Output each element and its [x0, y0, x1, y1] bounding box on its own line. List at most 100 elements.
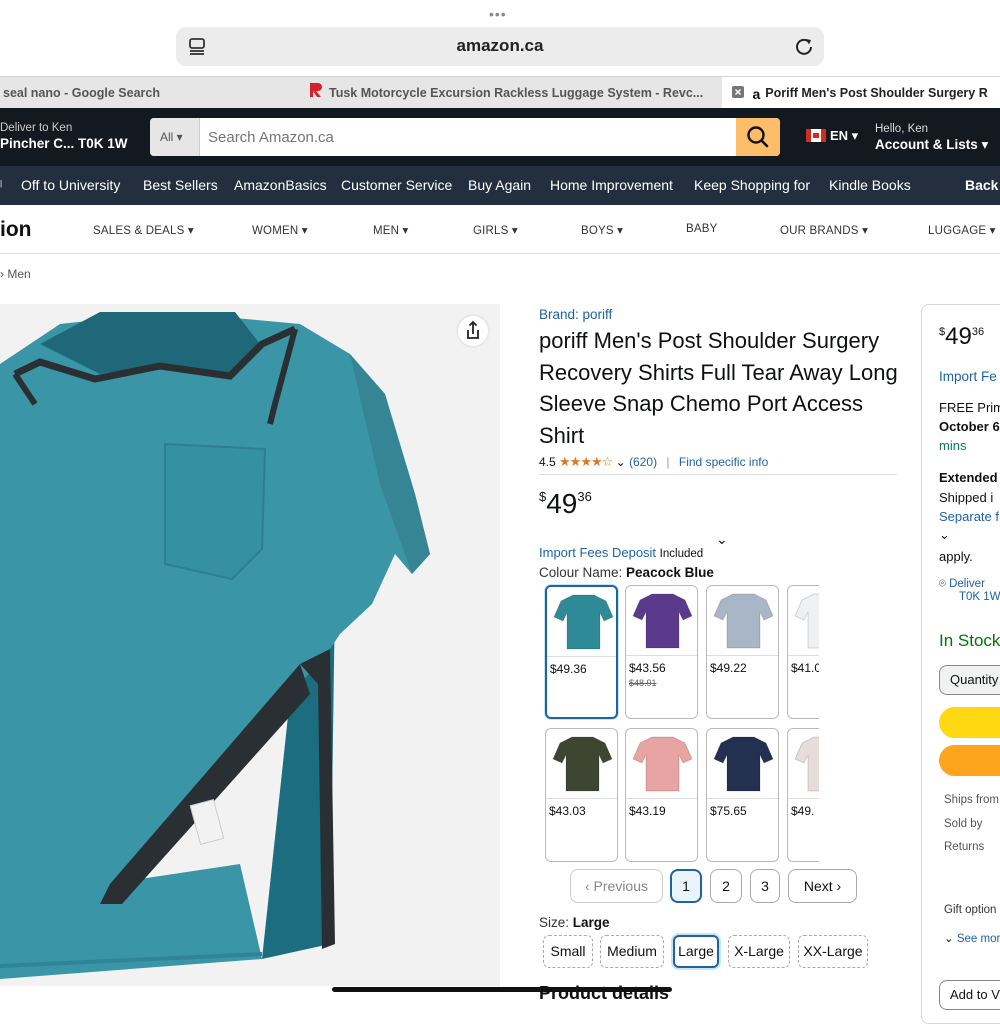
tab-label: Poriff Men's Post Shoulder Surgery R: [765, 86, 988, 100]
colour-swatch[interactable]: $49.36: [545, 585, 618, 719]
buybox-extended: Extended: [939, 470, 998, 485]
in-stock-status: In Stock: [939, 631, 1000, 650]
buybox-shipped: Shipped i: [939, 490, 994, 505]
search-category-select[interactable]: All ▾: [150, 118, 200, 156]
nav-home-improvement[interactable]: Home Improvement: [550, 177, 673, 193]
buy-now-button[interactable]: [939, 745, 1000, 776]
address-bar[interactable]: amazon.ca: [176, 27, 824, 66]
url-text[interactable]: amazon.ca: [176, 36, 824, 56]
product-image[interactable]: [0, 304, 500, 986]
location-pin-icon: ⌾: [939, 578, 946, 590]
size-label: Size: Large: [539, 915, 610, 930]
colour-swatch[interactable]: $41.0: [787, 585, 819, 719]
chevron-down-icon[interactable]: ⌄: [616, 455, 626, 469]
nav-customer-service[interactable]: Customer Service: [341, 177, 452, 193]
language-selector[interactable]: EN ▾: [806, 128, 858, 144]
swatch-shirt-icon: [626, 586, 697, 656]
store-brand[interactable]: ion: [0, 218, 32, 242]
buybox-import-fees-link[interactable]: Import Fe: [939, 369, 997, 384]
store-subnav: ion SALES & DEALS ▾ WOMEN ▾ MEN ▾ GIRLS …: [0, 205, 1000, 254]
nav-best-sellers[interactable]: Best Sellers: [143, 177, 218, 193]
swatch-price: $75.65: [710, 804, 747, 818]
subnav-boys[interactable]: BOYS ▾: [581, 223, 623, 237]
share-button[interactable]: [458, 316, 488, 346]
size-small-button[interactable]: Small: [543, 935, 593, 968]
home-indicator[interactable]: [332, 987, 672, 992]
subnav-men[interactable]: MEN ▾: [373, 223, 409, 237]
nav-kindle-books[interactable]: Kindle Books: [829, 177, 911, 193]
tab-close-icon[interactable]: [732, 78, 744, 109]
size-xlarge-button[interactable]: X-Large: [728, 935, 790, 968]
nav-amazonbasics[interactable]: AmazonBasics: [234, 177, 327, 193]
review-count-link[interactable]: (620): [629, 455, 657, 469]
breadcrumb[interactable]: › Men: [0, 267, 31, 281]
search-input[interactable]: [200, 118, 736, 156]
subnav-our-brands[interactable]: OUR BRANDS ▾: [780, 223, 868, 237]
size-medium-button[interactable]: Medium: [600, 935, 664, 968]
nav-buy-again[interactable]: Buy Again: [468, 177, 531, 193]
rating-stars-icon[interactable]: ★★★★☆: [559, 454, 613, 469]
brand-link[interactable]: Brand: poriff: [539, 307, 612, 322]
colour-value: Peacock Blue: [626, 565, 714, 580]
swatch-shirt-icon: [707, 586, 778, 656]
import-fees: Import Fees Deposit Included: [539, 545, 703, 560]
subnav-women[interactable]: WOMEN ▾: [252, 223, 308, 237]
tab-label: Tusk Motorcycle Excursion Rackless Lugga…: [329, 86, 704, 100]
ships-from-label: Ships from: [944, 794, 999, 806]
nav-back[interactable]: Back: [965, 177, 998, 193]
shirt-illustration: [0, 312, 430, 979]
buybox-deliver-to[interactable]: ⌾ Deliver T0K 1W: [939, 578, 1000, 603]
included-label: Included: [659, 548, 704, 560]
buybox-separate-link[interactable]: Separate f: [939, 509, 999, 524]
subnav-sales-deals[interactable]: SALES & DEALS ▾: [93, 223, 194, 237]
gift-options-label: Gift option: [944, 904, 997, 916]
account-lists: Account & Lists ▾: [875, 137, 989, 152]
colour-swatch[interactable]: $43.19: [625, 728, 698, 862]
size-large-button[interactable]: Large: [673, 935, 719, 968]
nav-keep-shopping[interactable]: Keep Shopping for: [694, 177, 810, 193]
swatch-price: $49.36: [550, 662, 587, 676]
sold-by-label: Sold by: [944, 818, 983, 830]
buybox-free-prime: FREE Prim: [939, 400, 1000, 415]
subnav-baby[interactable]: BABY: [686, 223, 717, 235]
share-icon: [467, 320, 479, 339]
buybox-delivery-date: October 6: [939, 419, 1000, 434]
divider: [539, 474, 897, 475]
tab-google-search[interactable]: seal nano - Google Search: [0, 77, 276, 109]
subnav-girls[interactable]: GIRLS ▾: [473, 223, 518, 237]
next-page-button[interactable]: Next ›: [788, 869, 857, 903]
buybox-apply: apply.: [939, 549, 973, 564]
amazon-top-nav: Deliver to Ken Pincher C... T0K 1W All ▾…: [0, 108, 1000, 166]
buybox-mins: mins: [939, 438, 967, 453]
quantity-select[interactable]: Quantity: [939, 665, 1000, 695]
page-2-button[interactable]: 2: [710, 869, 742, 903]
add-to-wishlist-button[interactable]: Add to V: [939, 980, 1000, 1010]
page-3-button[interactable]: 3: [750, 869, 780, 903]
colour-swatch[interactable]: $49.: [787, 728, 819, 862]
see-more-link[interactable]: ⌄ See mor: [944, 931, 1000, 945]
colour-swatch[interactable]: $75.65: [706, 728, 779, 862]
reload-icon[interactable]: [794, 36, 814, 56]
subnav-luggage[interactable]: LUGGAGE ▾: [928, 223, 996, 237]
window-menu-dots[interactable]: •••: [489, 6, 507, 22]
colour-swatch[interactable]: $49.22: [706, 585, 779, 719]
add-to-cart-button[interactable]: [939, 707, 1000, 738]
chevron-down-icon[interactable]: ⌄: [716, 531, 728, 548]
nav-off-to-university[interactable]: Off to University: [21, 177, 120, 193]
import-fees-link[interactable]: Import Fees Deposit: [539, 545, 656, 560]
previous-page-button[interactable]: ‹ Previous: [570, 869, 663, 903]
size-xxlarge-button[interactable]: XX-Large: [798, 935, 868, 968]
page-1-button[interactable]: 1: [670, 869, 702, 903]
colour-swatch[interactable]: $43.56 $48.91: [625, 585, 698, 719]
find-specific-info-link[interactable]: Find specific info: [679, 455, 768, 469]
chevron-down-icon[interactable]: ⌄: [939, 527, 950, 543]
search-bar: All ▾: [150, 118, 780, 156]
tab-amazon-product[interactable]: a Poriff Men's Post Shoulder Surgery R: [722, 77, 1000, 109]
swatch-price: $43.56: [629, 661, 666, 675]
revzilla-favicon-icon: [308, 78, 324, 109]
search-icon: [747, 126, 769, 148]
search-button[interactable]: [736, 118, 780, 156]
colour-swatch[interactable]: $43.03: [545, 728, 618, 862]
rating-value: 4.5: [539, 455, 556, 469]
tab-tusk[interactable]: Tusk Motorcycle Excursion Rackless Lugga…: [308, 77, 722, 109]
